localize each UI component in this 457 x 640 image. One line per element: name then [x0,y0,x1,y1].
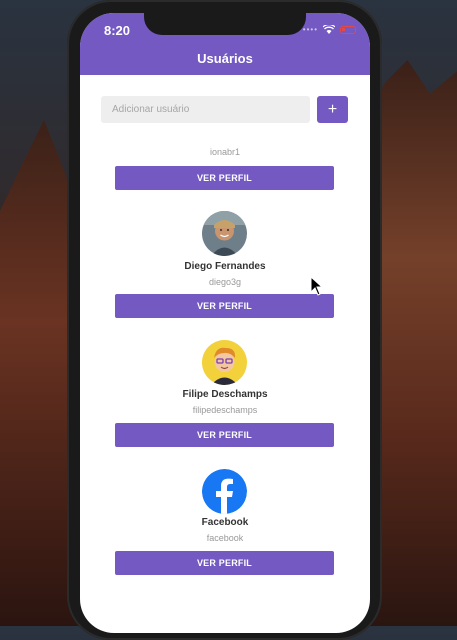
user-login: filipedeschamps [192,405,258,415]
user-name: Diego Fernandes [184,261,266,272]
user-avatar [202,340,247,385]
cartoon-avatar-icon [202,340,247,385]
facebook-logo-icon [202,469,247,514]
user-avatar [202,211,247,256]
wifi-icon [323,25,335,34]
add-user-input[interactable] [101,96,310,123]
user-login: diego3g [208,277,242,287]
user-avatar [202,469,247,514]
photo-avatar-icon [202,211,247,256]
mouse-cursor-icon [310,276,324,296]
view-profile-button[interactable]: VER PERFIL [115,423,334,447]
view-profile-button[interactable]: VER PERFIL [115,551,334,575]
user-login: jonabr1 [209,147,241,155]
battery-icon [340,25,356,34]
status-time: 8:20 [104,23,131,38]
status-icons: •••• [303,25,356,34]
page-title: Usuários [197,51,253,66]
view-profile-button[interactable]: VER PERFIL [115,294,334,318]
user-name: Filipe Deschamps [182,389,268,400]
view-profile-button[interactable]: VER PERFIL [115,166,334,190]
user-login: facebook [206,533,244,543]
app-header: 8:20 •••• Usuários [80,13,370,75]
user-name: Facebook [201,517,249,528]
add-user-button[interactable]: + [317,96,348,123]
app-screen: 8:20 •••• Usuários + jonabr1 VER PERFIL [80,13,370,633]
notch [144,13,306,35]
signal-dots-icon: •••• [302,25,318,34]
